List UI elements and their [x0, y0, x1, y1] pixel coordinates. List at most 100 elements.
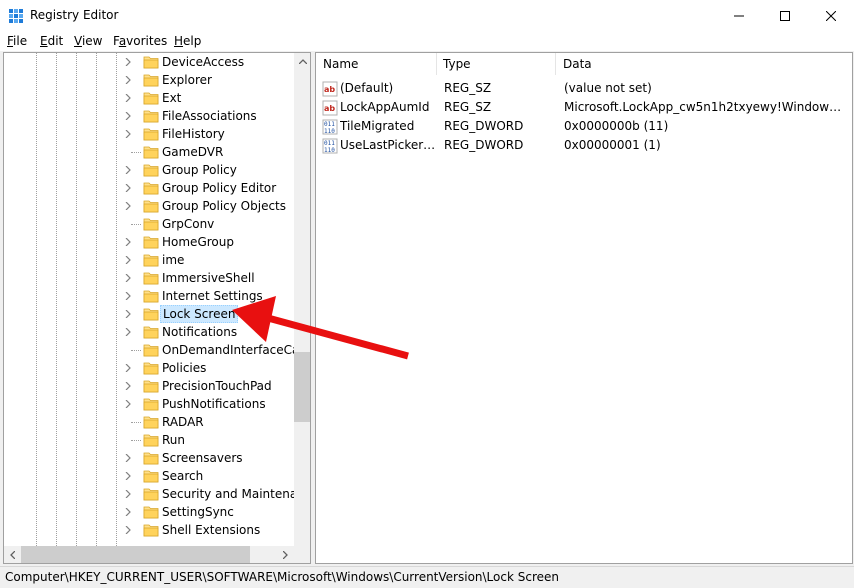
values-list-pane[interactable]: Name Type Data ab (Default) REG_SZ (value n… — [315, 52, 853, 564]
tree-item[interactable]: ime — [4, 251, 296, 269]
chevron-right-icon[interactable] — [124, 94, 132, 102]
tree-item[interactable]: Internet Settings — [4, 287, 296, 305]
tree-item-label: HomeGroup — [162, 235, 234, 249]
tree-item[interactable]: PrecisionTouchPad — [4, 377, 296, 395]
tree-vertical-scrollbar[interactable] — [294, 53, 310, 546]
tree-item[interactable]: Run — [4, 431, 296, 449]
scroll-right-button[interactable] — [277, 546, 294, 563]
chevron-right-icon[interactable] — [124, 328, 132, 336]
maximize-button[interactable] — [762, 0, 808, 31]
tree-item[interactable]: OnDemandInterfaceCach — [4, 341, 310, 359]
tree-item[interactable]: Notifications — [4, 323, 296, 341]
menu-favorites[interactable]: Favorites — [113, 34, 167, 48]
folder-icon — [143, 200, 159, 213]
folder-icon — [143, 254, 159, 267]
column-header-name[interactable]: Name — [316, 53, 437, 75]
chevron-right-icon[interactable] — [124, 274, 132, 282]
scroll-up-button[interactable] — [294, 53, 310, 70]
title-bar: Registry Editor — [0, 0, 854, 31]
tree-item[interactable]: Security and Maintenanc — [4, 485, 310, 503]
folder-icon — [143, 236, 159, 249]
tree-item[interactable]: Shell Extensions — [4, 521, 296, 539]
tree-item-label: RADAR — [162, 415, 204, 429]
scroll-left-button[interactable] — [4, 546, 21, 563]
tree-item[interactable]: FileAssociations — [4, 107, 296, 125]
folder-icon — [143, 308, 159, 321]
column-header-type[interactable]: Type — [436, 53, 556, 75]
tree-item[interactable]: Screensavers — [4, 449, 296, 467]
value-type: REG_SZ — [444, 81, 492, 95]
tree-item[interactable]: DeviceAccess — [4, 53, 296, 71]
folder-icon — [143, 398, 159, 411]
tree-item[interactable]: FileHistory — [4, 125, 296, 143]
value-data: 0x00000001 (1) — [564, 138, 661, 152]
binary-value-icon: 011110 — [322, 138, 338, 154]
chevron-right-icon[interactable] — [124, 400, 132, 408]
chevron-right-icon[interactable] — [124, 508, 132, 516]
folder-icon — [143, 524, 159, 537]
chevron-right-icon[interactable] — [124, 238, 132, 246]
tree-item[interactable]: GrpConv — [4, 215, 296, 233]
tree-item[interactable]: GameDVR — [4, 143, 296, 161]
chevron-right-icon[interactable] — [124, 526, 132, 534]
tree-item-label: Lock Screen — [160, 305, 239, 323]
menu-file[interactable]: File — [7, 34, 27, 48]
tree-item-label: OnDemandInterfaceCach — [162, 343, 311, 357]
chevron-right-icon[interactable] — [124, 166, 132, 174]
menu-edit[interactable]: Edit — [40, 34, 63, 48]
tree-item[interactable]: ImmersiveShell — [4, 269, 296, 287]
value-row[interactable]: 011 110 TileMigrated REG_DWORD 0x0000000b (1… — [316, 117, 852, 136]
tree-item[interactable]: Group Policy — [4, 161, 296, 179]
tree-item[interactable]: Explorer — [4, 71, 296, 89]
column-header-data[interactable]: Data — [556, 53, 851, 75]
value-name: UseLastPickerLo... — [340, 138, 436, 152]
svg-text:110: 110 — [324, 147, 335, 154]
tree-item[interactable]: SettingSync — [4, 503, 296, 521]
tree-item-label: Screensavers — [162, 451, 243, 465]
chevron-right-icon[interactable] — [124, 364, 132, 372]
value-row[interactable]: ab (Default) REG_SZ (value not set) — [316, 79, 852, 98]
menu-help[interactable]: Help — [174, 34, 201, 48]
tree-item-label: Run — [162, 433, 186, 447]
tree-item[interactable]: Ext — [4, 89, 296, 107]
chevron-right-icon[interactable] — [124, 472, 132, 480]
tree-item-label: GrpConv — [162, 217, 215, 231]
tree-item[interactable]: HomeGroup — [4, 233, 296, 251]
key-tree-pane[interactable]: DeviceAccess Explorer Ext FileAssociations F… — [3, 52, 311, 564]
tree-vertical-scroll-thumb[interactable] — [294, 352, 310, 422]
value-row[interactable]: 011110UseLastPickerLo...REG_DWORD0x00000… — [316, 136, 852, 155]
close-button[interactable] — [808, 0, 854, 31]
registry-editor-icon — [9, 9, 23, 23]
tree-item[interactable]: PushNotifications — [4, 395, 296, 413]
tree-item[interactable]: Policies — [4, 359, 296, 377]
chevron-right-icon[interactable] — [124, 76, 132, 84]
tree-item[interactable]: Lock Screen — [4, 305, 296, 323]
chevron-right-icon[interactable] — [124, 58, 132, 66]
tree-item-label: Shell Extensions — [162, 523, 261, 537]
svg-text:ab: ab — [324, 104, 335, 113]
value-row[interactable]: ab LockAppAumId REG_SZ Microsoft.LockApp_cw… — [316, 98, 852, 117]
current-key-path: Computer\HKEY_CURRENT_USER\SOFTWARE\Micr… — [5, 570, 559, 584]
chevron-right-icon[interactable] — [124, 256, 132, 264]
folder-icon — [143, 362, 159, 375]
tree-horizontal-scroll-thumb[interactable] — [21, 546, 250, 563]
tree-item[interactable]: Group Policy Editor — [4, 179, 296, 197]
chevron-right-icon[interactable] — [124, 112, 132, 120]
minimize-button[interactable] — [716, 0, 762, 31]
chevron-right-icon[interactable] — [124, 292, 132, 300]
tree-item-label: SettingSync — [162, 505, 234, 519]
menu-view[interactable]: View — [74, 34, 102, 48]
menu-bar: File Edit View Favorites Help — [0, 31, 854, 51]
tree-item[interactable]: RADAR — [4, 413, 296, 431]
chevron-right-icon[interactable] — [124, 382, 132, 390]
chevron-right-icon[interactable] — [124, 490, 132, 498]
tree-item[interactable]: Group Policy Objects — [4, 197, 296, 215]
chevron-right-icon[interactable] — [124, 310, 132, 318]
tree-item[interactable]: Search — [4, 467, 296, 485]
chevron-right-icon[interactable] — [124, 202, 132, 210]
tree-item-label: Security and Maintenanc — [162, 487, 311, 501]
svg-text:011: 011 — [324, 140, 335, 147]
chevron-right-icon[interactable] — [124, 184, 132, 192]
chevron-right-icon[interactable] — [124, 454, 132, 462]
chevron-right-icon[interactable] — [124, 130, 132, 138]
